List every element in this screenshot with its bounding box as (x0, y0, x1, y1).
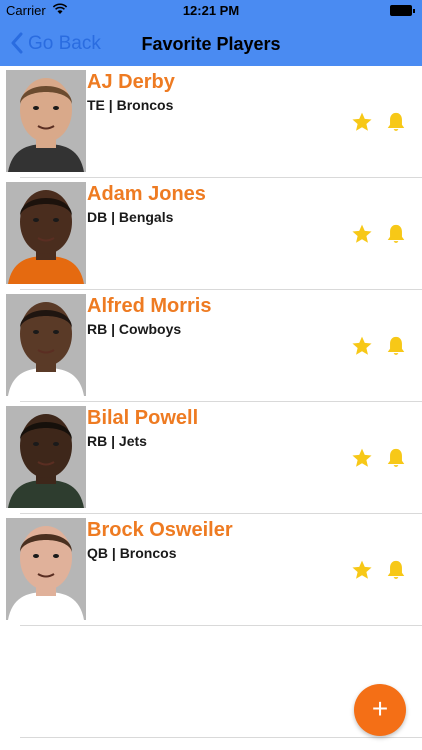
player-name: Bilal Powell (87, 407, 199, 429)
row-divider (20, 625, 422, 626)
player-name: Brock Osweiler (87, 519, 233, 541)
star-icon[interactable] (351, 111, 373, 133)
player-position-team: TE | Broncos (87, 97, 174, 113)
player-photo (6, 70, 86, 172)
row-divider (20, 737, 422, 738)
page-title: Favorite Players (141, 34, 281, 54)
player-row[interactable]: Brock Osweiler QB | Broncos (0, 514, 422, 626)
player-position-team: QB | Broncos (87, 545, 177, 561)
player-name: Adam Jones (87, 183, 206, 205)
player-row[interactable]: AJ Derby TE | Broncos (0, 66, 422, 178)
star-icon[interactable] (351, 559, 373, 581)
bell-icon[interactable] (385, 335, 407, 357)
star-icon[interactable] (351, 447, 373, 469)
battery-icon (390, 5, 415, 16)
bell-icon[interactable] (385, 447, 407, 469)
player-row[interactable]: Adam Jones DB | Bengals (0, 178, 422, 290)
bell-icon[interactable] (385, 223, 407, 245)
player-photo (6, 294, 86, 396)
add-player-button[interactable]: + (354, 684, 406, 736)
player-position-team: RB | Jets (87, 433, 147, 449)
player-name: AJ Derby (87, 71, 175, 93)
player-name: Alfred Morris (87, 295, 212, 317)
player-photo (6, 518, 86, 620)
star-icon[interactable] (351, 223, 373, 245)
player-list: AJ Derby TE | Broncos Adam Jones DB | Be… (0, 66, 422, 626)
player-position-team: DB | Bengals (87, 209, 174, 225)
bell-icon[interactable] (385, 559, 407, 581)
status-bar: Carrier 12:21 PM (0, 0, 422, 22)
player-position-team: RB | Cowboys (87, 321, 182, 337)
player-row[interactable]: Bilal Powell RB | Jets (0, 402, 422, 514)
star-icon[interactable] (351, 335, 373, 357)
player-photo (6, 182, 86, 284)
status-time: 12:21 PM (182, 3, 240, 18)
bell-icon[interactable] (385, 111, 407, 133)
player-photo (6, 406, 86, 508)
navigation-bar: Go Back Favorite Players (0, 22, 422, 66)
player-row[interactable]: Alfred Morris RB | Cowboys (0, 290, 422, 402)
